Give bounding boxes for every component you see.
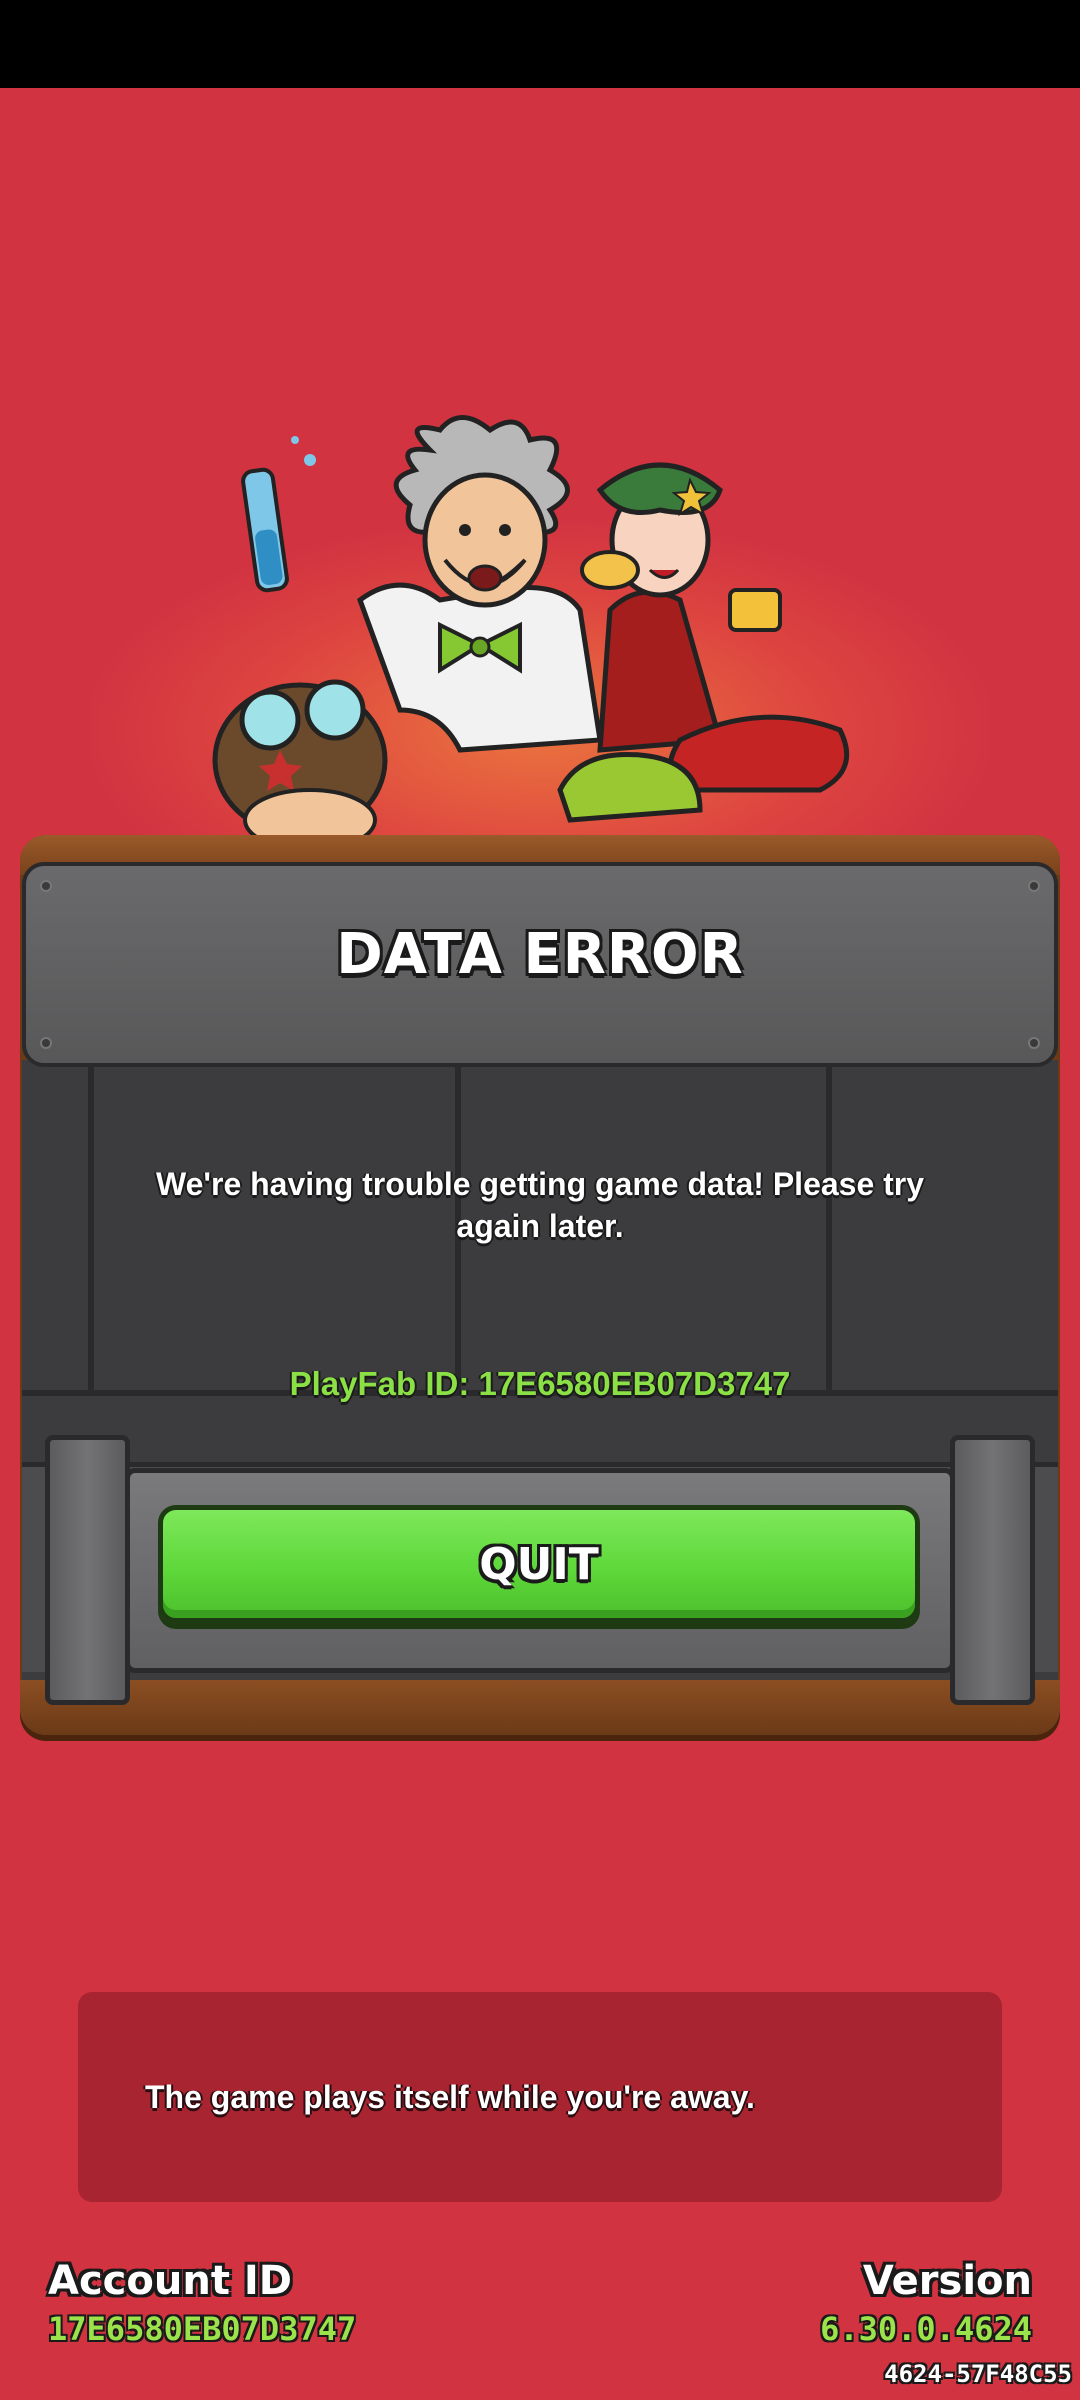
panel-seam: [88, 1065, 94, 1395]
right-bracket: [950, 1435, 1035, 1705]
rivet-icon: [1028, 880, 1040, 892]
error-message: We're having trouble getting game data! …: [155, 1166, 925, 1244]
dialog-wood-bottom: [20, 1680, 1060, 1735]
playfab-id: PlayFab ID: 17E6580EB07D3747: [289, 1365, 791, 1402]
rivet-icon: [1028, 1037, 1040, 1049]
dialog-title: DATA ERROR: [336, 922, 744, 987]
status-bar: [0, 0, 1080, 88]
version-value: 6.30.0.4624: [820, 2310, 1032, 2348]
left-bracket: [45, 1435, 130, 1705]
quit-button[interactable]: QUIT: [158, 1505, 920, 1623]
build-hash: 4624-57F48C55: [884, 2360, 1072, 2388]
rivet-icon: [40, 1037, 52, 1049]
tip-text: The game plays itself while you're away.: [145, 2079, 755, 2115]
characters-group-icon: [212, 415, 850, 850]
quit-button-label: QUIT: [479, 1538, 599, 1590]
version-label: Version: [862, 2258, 1032, 2304]
account-id-label: Account ID: [48, 2258, 292, 2304]
account-id-value: 17E6580EB07D3747: [48, 2310, 357, 2348]
rivet-icon: [40, 880, 52, 892]
